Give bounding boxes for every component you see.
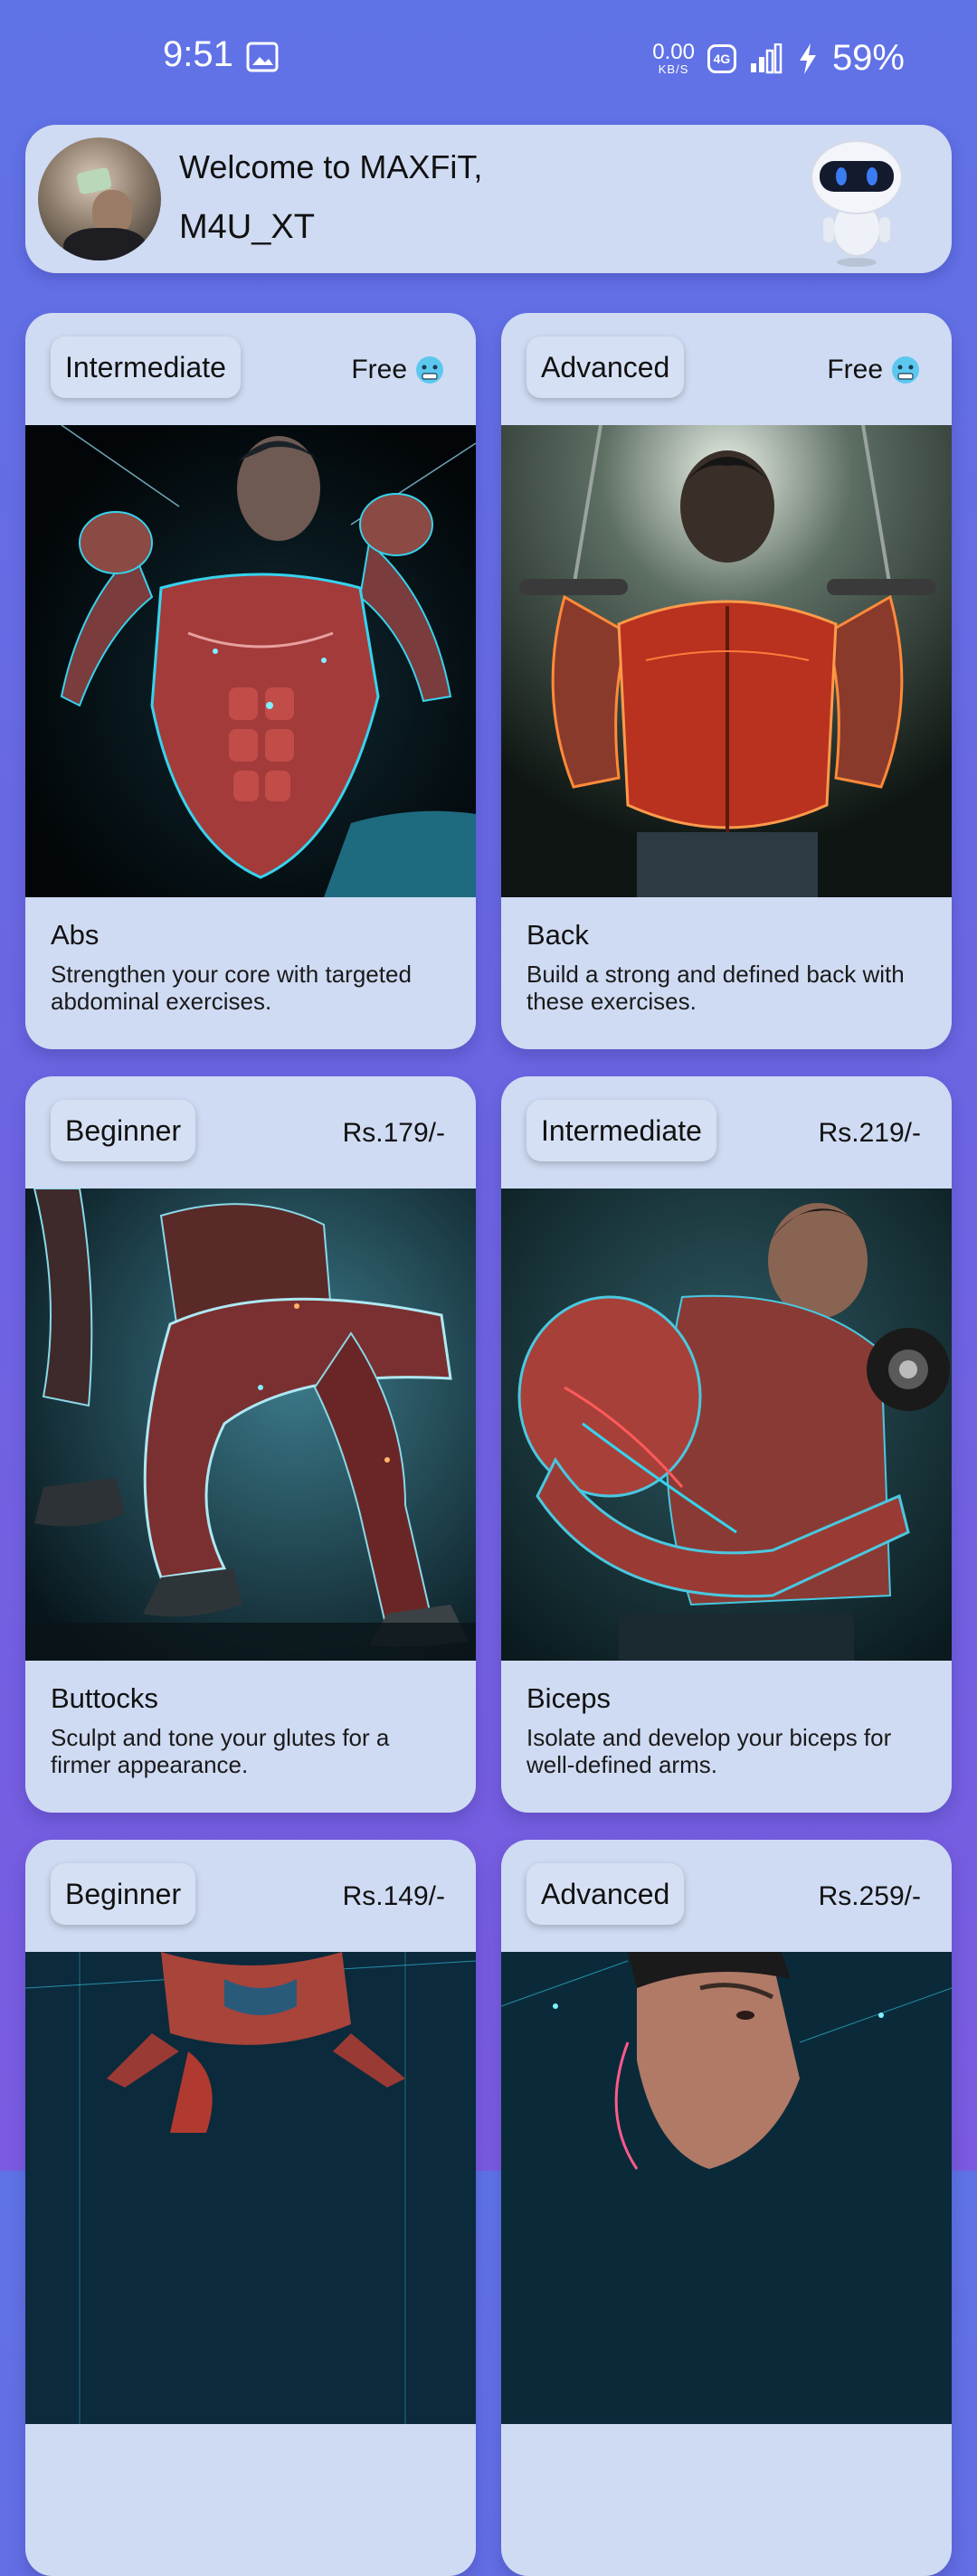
signal-icon bbox=[750, 43, 783, 73]
battery-percent: 59% bbox=[831, 38, 905, 78]
price-label: Rs.219/- bbox=[818, 1118, 921, 1148]
workout-description: Strengthen your core with targeted abdom… bbox=[51, 961, 412, 1015]
status-time: 9:51 bbox=[163, 34, 233, 74]
4g-icon: 4G bbox=[707, 43, 736, 73]
robot-assistant-icon[interactable] bbox=[798, 134, 915, 270]
status-bar: 9:51 0.00 KB/S 4G 59% bbox=[0, 0, 977, 118]
workout-card-face[interactable]: Advanced Rs.259/- bbox=[501, 1840, 952, 2576]
workout-card-abs[interactable]: Intermediate Free Abs Strengthen your co… bbox=[25, 313, 476, 1049]
level-badge: Advanced bbox=[526, 1863, 685, 1925]
price-label: Rs.149/- bbox=[342, 1881, 445, 1911]
welcome-card: Welcome to MAXFiT, M4U_XT bbox=[25, 125, 952, 273]
level-badge: Advanced bbox=[526, 336, 685, 398]
workout-title: Biceps bbox=[526, 1682, 612, 1714]
workout-title: Buttocks bbox=[51, 1682, 158, 1714]
biceps-muscle-figure-image bbox=[501, 1189, 952, 1661]
workout-card-buttocks[interactable]: Beginner Rs.179/- Buttocks Sculpt and to… bbox=[25, 1076, 476, 1813]
legs-muscle-figure-image bbox=[25, 1189, 476, 1661]
workout-description: Isolate and develop your biceps for well… bbox=[526, 1724, 892, 1778]
price-label: Rs.259/- bbox=[818, 1881, 921, 1911]
glutes-muscle-figure-image bbox=[25, 1952, 476, 2424]
level-badge: Intermediate bbox=[51, 336, 241, 398]
workout-title: Back bbox=[526, 919, 589, 951]
net-speed: 0.00 KB/S bbox=[652, 40, 695, 76]
back-muscle-figure-image bbox=[501, 425, 952, 897]
cold-face-emoji-icon bbox=[892, 356, 919, 384]
workout-description: Build a strong and defined back with the… bbox=[526, 961, 905, 1015]
gallery-icon bbox=[246, 42, 279, 72]
price-label: Free bbox=[827, 355, 921, 385]
price-label: Rs.179/- bbox=[342, 1118, 445, 1148]
price-label: Free bbox=[351, 355, 445, 385]
workout-title: Abs bbox=[51, 919, 100, 951]
workout-description: Sculpt and tone your glutes for a firmer… bbox=[51, 1724, 390, 1778]
level-badge: Beginner bbox=[51, 1100, 196, 1161]
workout-card-biceps[interactable]: Intermediate Rs.219/- Biceps Isolate and… bbox=[501, 1076, 952, 1813]
username: M4U_XT bbox=[179, 208, 315, 246]
level-badge: Beginner bbox=[51, 1863, 196, 1925]
welcome-text: Welcome to MAXFiT, bbox=[179, 148, 483, 185]
avatar[interactable] bbox=[38, 137, 161, 260]
abs-muscle-figure-image bbox=[25, 425, 476, 897]
level-badge: Intermediate bbox=[526, 1100, 716, 1161]
workout-card-back[interactable]: Advanced Free Back Build a strong and de… bbox=[501, 313, 952, 1049]
workout-card-glutes[interactable]: Beginner Rs.149/- bbox=[25, 1840, 476, 2576]
face-muscle-figure-image bbox=[501, 1952, 952, 2424]
charging-icon bbox=[799, 43, 816, 74]
cold-face-emoji-icon bbox=[416, 356, 443, 384]
